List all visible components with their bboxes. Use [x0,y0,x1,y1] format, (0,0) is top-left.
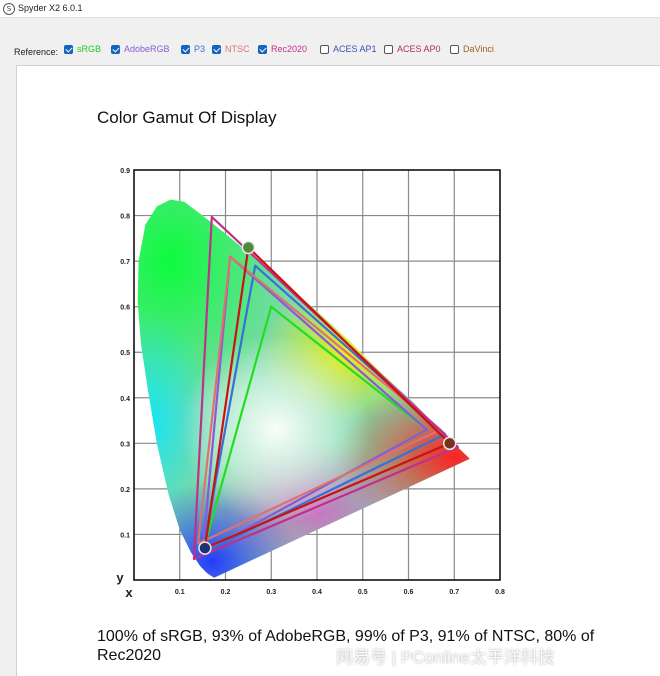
x-axis-label: x [125,585,133,600]
spyder-icon: S [3,3,15,15]
x-tick-label: 0.1 [175,589,185,596]
reference-item-label: ACES AP1 [333,44,377,54]
cie-gamut-chart: 0.1 0.2 0.3 0.4 0.5 0.6 0.7 0.8 0.1 0.2 0.3 0.4 0.5 0… [116,168,505,600]
y-axis-label: y [116,570,124,585]
reference-item-label: ACES AP0 [397,44,441,54]
reference-item-srgb[interactable]: sRGB [64,44,101,54]
checkbox[interactable] [258,44,267,54]
reference-item-rec2020[interactable]: Rec2020 [258,44,307,54]
x-tick-label: 0.3 [266,589,276,596]
reference-item-p3[interactable]: P3 [181,44,205,54]
checkbox[interactable] [384,44,393,54]
reference-item-label: sRGB [77,44,102,54]
primary-marker [442,436,457,451]
title-bar: S Spyder X2 6.0.1 [0,0,660,18]
y-tick-label: 0.1 [120,532,130,539]
reference-bar: Reference: sRGB AdobeRGB P3 NTSC Rec2020… [0,41,660,61]
y-tick-label: 0.3 [120,441,130,448]
y-tick-label: 0.4 [120,396,130,403]
x-tick-label: 0.2 [221,589,231,596]
reference-item-label: P3 [194,44,206,54]
reference-label: Reference: [14,47,59,57]
x-tick-label: 0.4 [312,589,322,596]
watermark: 网易号 | PConline太平洋科技 [336,648,555,667]
reference-item-davinci[interactable]: DaVinci [450,44,494,54]
x-tick-label: 0.6 [404,589,414,596]
window-title: Spyder X2 6.0.1 [18,3,83,13]
reference-item-ntsc[interactable]: NTSC [212,44,250,54]
checkbox[interactable] [320,44,329,54]
reference-item-adobergb[interactable]: AdobeRGB [111,44,170,54]
reference-item-aces-ap0[interactable]: ACES AP0 [384,44,441,54]
y-tick-label: 0.8 [120,214,130,221]
reference-item-label: AdobeRGB [124,44,170,54]
checkbox[interactable] [111,44,120,54]
reference-item-label: NTSC [225,44,250,54]
y-tick-label: 0.2 [120,487,130,494]
y-tick-label: 0.9 [120,168,130,175]
reference-item-label: Rec2020 [271,44,308,54]
page-title: Color Gamut Of Display [97,108,277,127]
reference-item-aces-ap1[interactable]: ACES AP1 [320,44,377,54]
checkbox[interactable] [450,44,459,54]
primary-marker [198,541,212,555]
y-tick-label: 0.5 [120,350,130,357]
checkbox[interactable] [181,44,190,54]
checkbox[interactable] [212,44,221,54]
y-tick-label: 0.7 [120,259,130,266]
y-tick-label: 0.6 [120,305,130,312]
checkbox[interactable] [64,44,73,54]
reference-item-label: DaVinci [463,44,494,54]
primary-marker [241,240,256,255]
x-tick-label: 0.5 [358,589,368,596]
x-tick-label: 0.7 [449,589,459,596]
x-tick-label: 0.8 [495,589,505,596]
